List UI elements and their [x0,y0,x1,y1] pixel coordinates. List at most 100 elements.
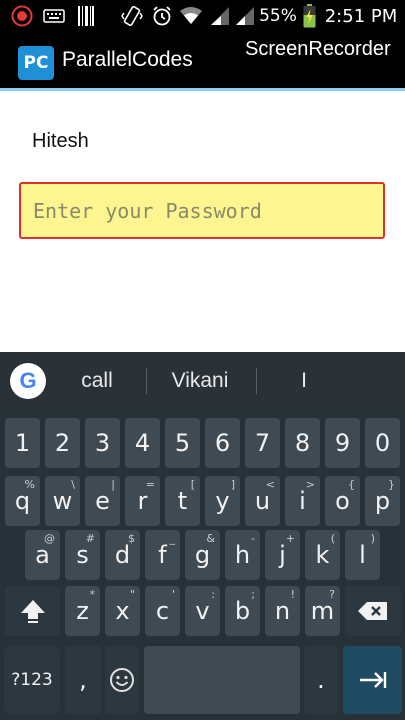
key-j[interactable]: j + [265,530,300,580]
comma-key[interactable]: , [65,646,101,714]
battery-percent: 55% [259,6,297,26]
key-hint: ] [230,478,235,491]
password-input[interactable] [19,182,385,239]
alarm-icon [150,0,174,32]
key-9[interactable]: 9 [325,418,360,468]
suggestion-divider [146,368,147,394]
key-label: q [14,487,31,515]
key-3[interactable]: 3 [85,418,120,468]
key-hint: } [388,478,395,491]
space-key[interactable] [144,646,300,714]
key-a[interactable]: a @ [25,530,60,580]
key-label: 0 [374,429,391,457]
key-label: b [234,597,251,625]
key-hint: @ [44,532,55,545]
backspace-key[interactable] [345,586,401,636]
key-hint: ! [290,588,295,601]
key-hint: # [85,532,95,545]
key-0[interactable]: 0 [365,418,400,468]
suggestion-item[interactable]: Vikani [150,352,250,409]
key-label: n [274,597,291,625]
key-label: r [137,487,148,515]
key-label: w [52,487,73,515]
key-label: 2 [54,429,71,457]
key-4[interactable]: 4 [125,418,160,468]
emoji-key[interactable] [105,646,139,714]
key-hint: \ [71,478,75,491]
key-hint: < [265,478,275,491]
key-6[interactable]: 6 [205,418,240,468]
key-hint: { [348,478,355,491]
key-q[interactable]: q% [5,476,40,526]
key-w[interactable]: w \ [45,476,80,526]
key-g[interactable]: g & [185,530,220,580]
google-icon[interactable]: G [10,363,46,399]
key-hint: " [129,588,135,601]
symbols-key[interactable]: ?123 [4,646,60,714]
key-7[interactable]: 7 [245,418,280,468]
key-m[interactable]: m? [305,586,340,636]
key-p[interactable]: p} [365,476,400,526]
key-f[interactable]: f _ [145,530,180,580]
key-o[interactable]: o{ [325,476,360,526]
key-hint: : [211,588,215,601]
key-hint: > [305,478,315,491]
key-hint: $ [128,532,135,545]
soft-keyboard: G call Vikani I ?123 , . 1 2 3 4 5 6 7 8 9 0 q% w \ e… [0,352,405,720]
key-hint: - [251,532,255,545]
key-k[interactable]: k( [305,530,340,580]
suggestion-item[interactable]: I [262,352,346,409]
battery-charging-icon [300,0,318,32]
key-label: s [76,541,89,569]
key-label: d [114,541,131,569]
key-5[interactable]: 5 [165,418,200,468]
key-y[interactable]: y] [205,476,240,526]
key-2[interactable]: 2 [45,418,80,468]
app-title: ParallelCodes [62,48,193,71]
key-label: c [155,597,170,625]
key-u[interactable]: u < [245,476,280,526]
key-v[interactable]: v: [185,586,220,636]
key-8[interactable]: 8 [285,418,320,468]
suggestion-divider [256,368,257,394]
key-label: y [215,487,230,515]
key-label: 9 [334,429,351,457]
suggestion-item[interactable]: call [56,352,138,409]
key-e[interactable]: e | [85,476,120,526]
key-label: 7 [254,429,271,457]
key-hint: & [206,532,215,545]
key-d[interactable]: d $ [105,530,140,580]
key-1[interactable]: 1 [5,418,40,468]
key-i[interactable]: i > [285,476,320,526]
key-label: k [315,541,330,569]
key-l[interactable]: l) [345,530,380,580]
key-label: p [374,487,391,515]
clock: 2:51 PM [324,5,398,27]
shift-key[interactable] [5,586,60,636]
key-s[interactable]: s # [65,530,100,580]
key-t[interactable]: t[ [165,476,200,526]
key-hint: % [24,478,35,491]
next-key[interactable] [343,646,402,714]
key-hint: ; [251,588,255,601]
emoji-icon [110,668,134,692]
key-hint: + [285,532,295,545]
period-key[interactable]: . [304,646,338,714]
key-label: t [177,487,188,515]
key-h[interactable]: h- [225,530,260,580]
keyboard-notification-icon [42,0,66,32]
key-label: l [359,541,366,569]
backspace-icon [358,602,387,620]
key-label: m [310,597,335,625]
tab-next-icon [359,672,386,688]
key-x[interactable]: x " [105,586,140,636]
key-n[interactable]: n! [265,586,300,636]
key-hint: ' [171,588,175,601]
key-label: a [35,541,50,569]
key-c[interactable]: c ' [145,586,180,636]
key-hint: _ [169,532,176,545]
record-icon [10,0,34,32]
key-z[interactable]: z * [65,586,100,636]
key-r[interactable]: r = [125,476,160,526]
key-b[interactable]: b; [225,586,260,636]
